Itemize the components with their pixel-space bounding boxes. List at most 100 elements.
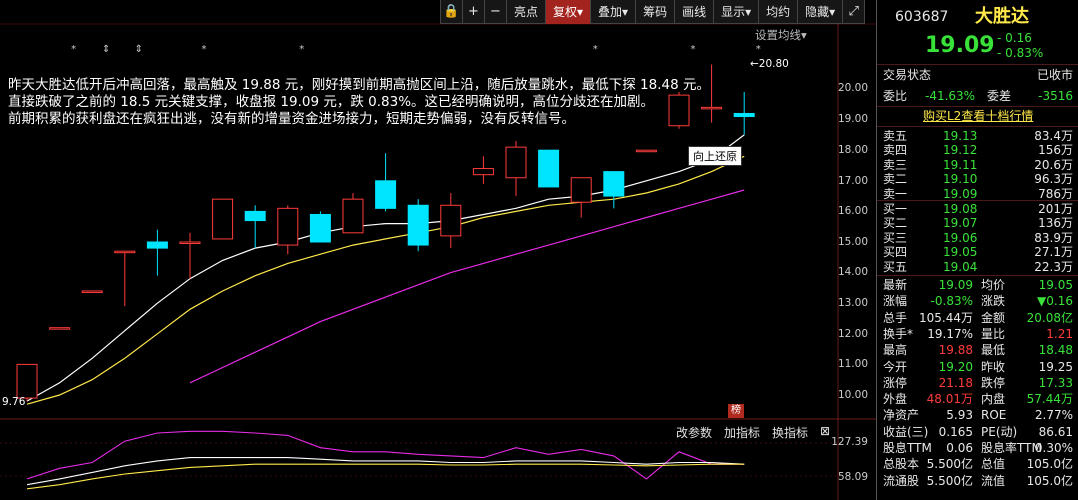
stat-label: 涨幅 <box>883 294 908 309</box>
stat-value: 21.18 <box>938 375 973 390</box>
level-label: 买一 <box>883 202 908 216</box>
event-marker: * <box>593 44 598 55</box>
stat-label: 今开 <box>883 359 908 374</box>
stat-label: 昨收 <box>981 359 1006 374</box>
stat-value: 18.48 <box>1038 343 1073 358</box>
ask-row[interactable]: 卖二 19.10 96.3万 <box>877 172 1078 186</box>
stat-label: 最新 <box>883 278 908 292</box>
level-label: 买三 <box>883 230 908 245</box>
bid-row[interactable]: 买五 19.04 22.3万 <box>877 260 1078 274</box>
stat-value: 19.25 <box>1038 359 1073 374</box>
stat-value: 19.17% <box>927 326 973 341</box>
stat-label: 股息TTM <box>883 441 932 455</box>
switch-indicator-button[interactable]: 换指标 <box>772 424 808 441</box>
stat-value: 5.93 <box>946 408 973 423</box>
weibi-label: 委比 <box>883 89 908 103</box>
zoom-in-button[interactable]: + <box>463 0 485 24</box>
candle-body <box>440 204 462 237</box>
stat-label: 金额 <box>981 310 1006 325</box>
stat-value: 105.0亿 <box>1026 473 1073 488</box>
stat-value: 48.01万 <box>926 392 973 407</box>
stat-value: 20.08亿 <box>1026 310 1073 325</box>
bid-row[interactable]: 买四 19.05 27.1万 <box>877 245 1078 259</box>
stat-value: 19.05 <box>1038 278 1073 292</box>
level-volume: 156万 <box>1038 143 1073 158</box>
level-volume: 20.6万 <box>1034 157 1073 172</box>
event-marker: * <box>202 44 207 55</box>
overlay-button[interactable]: 叠加▾ <box>591 0 637 24</box>
stat-value: 5.500亿 <box>926 473 973 488</box>
ask-row[interactable]: 卖三 19.11 20.6万 <box>877 158 1078 172</box>
level-price: 19.10 <box>943 172 978 187</box>
stat-value: 0.06 <box>946 441 973 455</box>
bid-row[interactable]: 买一 19.08 201万 <box>877 202 1078 216</box>
stat-label: 涨跌 <box>981 294 1006 309</box>
stat-label: 流通股 <box>883 473 920 488</box>
stat-value: 0.30% <box>1034 441 1073 455</box>
stat-value: ▼0.16 <box>1037 294 1073 309</box>
weibi-value: -41.63% <box>925 89 976 103</box>
event-marker: * <box>71 44 76 55</box>
ask-row[interactable]: 卖五 19.13 83.4万 <box>877 129 1078 143</box>
stat-label: 流值 <box>981 473 1006 488</box>
expand-icon[interactable]: ⤢ <box>843 0 866 24</box>
candle-body <box>16 363 38 399</box>
stat-row: 股息TTM 0.06 股息率TTM 0.30% <box>877 440 1078 456</box>
bid-row[interactable]: 买三 19.06 83.9万 <box>877 231 1078 245</box>
price-change: - 0.16 <box>997 31 1032 45</box>
event-marker: * <box>299 44 304 55</box>
candle-body <box>407 204 429 246</box>
stat-row: 流通股 5.500亿 流值 105.0亿 <box>877 473 1078 489</box>
price-block: 19.09 <box>877 32 1078 60</box>
adjust-button[interactable]: 复权▾ <box>546 0 592 24</box>
stat-row: 涨幅 -0.83% 涨跌 ▼0.16 <box>877 293 1078 309</box>
ask-row[interactable]: 卖一 19.09 786万 <box>877 187 1078 201</box>
candle-body <box>342 198 364 234</box>
restore-tooltip[interactable]: 向上还原 <box>688 146 742 166</box>
display-button[interactable]: 显示▾ <box>714 0 760 24</box>
avg-button[interactable]: 均约 <box>759 0 799 24</box>
candle-body <box>505 146 527 179</box>
indicator-tick: 58.09 <box>837 471 868 483</box>
event-marker: ⇕ <box>102 44 110 55</box>
zoom-out-button[interactable]: − <box>485 0 507 24</box>
candle-body <box>49 327 71 330</box>
stat-label: 最高 <box>883 343 908 358</box>
level-price: 19.06 <box>943 230 978 245</box>
rank-badge[interactable]: 榜 <box>728 404 744 418</box>
level-volume: 201万 <box>1038 202 1073 216</box>
stat-value: 57.44万 <box>1026 392 1073 407</box>
stat-label: 总股本 <box>883 457 920 472</box>
stat-row: 涨停 21.18 跌停 17.33 <box>877 375 1078 391</box>
level-price: 19.07 <box>943 216 978 231</box>
ask-row[interactable]: 卖四 19.12 156万 <box>877 143 1078 157</box>
stat-row: 总股本 5.500亿 总值 105.0亿 <box>877 456 1078 472</box>
candle-body <box>277 207 299 246</box>
price-tick: 13.00 <box>837 297 868 309</box>
stat-value: -0.83% <box>930 294 973 309</box>
chips-button[interactable]: 筹码 <box>636 0 676 24</box>
highlight-button[interactable]: 亮点 <box>507 0 547 24</box>
edit-params-button[interactable]: 改参数 <box>676 424 712 441</box>
l2-link[interactable]: 购买L2查看十档行情 <box>923 108 1033 124</box>
candle-body <box>603 171 625 197</box>
candle-body <box>570 177 592 203</box>
kline-chart-area[interactable]: * ⇕ ⇕ * * * * * 🔒 + − 亮点 复权▾ 叠加▾ 筹码 画线 显示▾ 均约 隐… <box>0 0 876 500</box>
hide-button[interactable]: 隐藏▾ <box>798 0 844 24</box>
event-marker: ⇕ <box>135 44 143 55</box>
price-tick: 14.00 <box>837 266 868 278</box>
stat-label: 量比 <box>981 326 1006 341</box>
lock-icon[interactable]: 🔒 <box>441 0 463 24</box>
candle-body <box>81 290 103 293</box>
stat-row: 净资产 5.93 ROE 2.77% <box>877 407 1078 423</box>
close-indicator-icon[interactable]: ⊠ <box>820 424 830 441</box>
add-indicator-button[interactable]: 加指标 <box>724 424 760 441</box>
level-label: 买二 <box>883 216 908 231</box>
draw-button[interactable]: 画线 <box>675 0 715 24</box>
indicator-tick: 127.39 <box>831 436 868 448</box>
ma-settings-link[interactable]: 设置均线▾ <box>755 27 807 43</box>
indicator-line-white <box>26 457 745 486</box>
stat-row: 收益(三) 0.165 PE(动) 86.61 <box>877 424 1078 440</box>
bid-row[interactable]: 买二 19.07 136万 <box>877 216 1078 230</box>
stat-value: 5.500亿 <box>926 457 973 472</box>
